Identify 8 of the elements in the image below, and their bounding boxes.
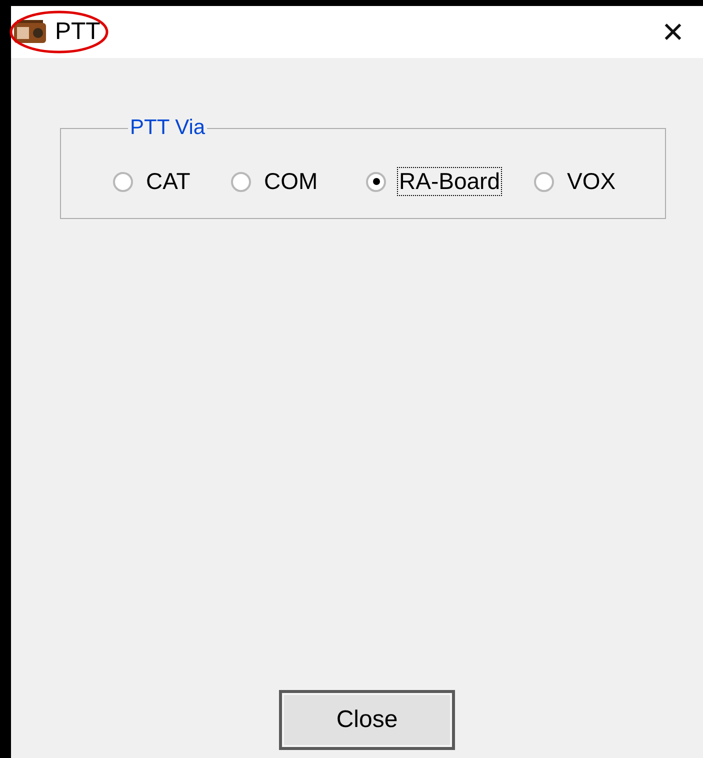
group-legend: PTT Via [128, 116, 208, 140]
window-title: PTT [55, 18, 102, 46]
radio-label[interactable]: RA-Board [398, 168, 501, 195]
radio-label[interactable]: COM [263, 168, 319, 195]
close-dialog-button[interactable]: Close [279, 690, 455, 750]
close-button[interactable]: ✕ [643, 6, 703, 58]
radio-label[interactable]: CAT [145, 168, 192, 195]
radio-label[interactable]: VOX [566, 168, 617, 195]
